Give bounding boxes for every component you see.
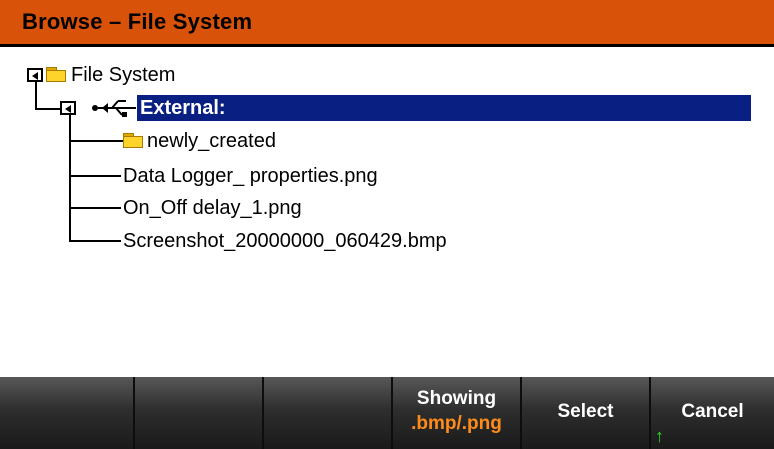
showing-label: Showing xyxy=(416,388,497,409)
softkey-bar: Showing .bmp/.png Select Cancel ↑ xyxy=(0,377,774,449)
tree-item-external-label: External: xyxy=(140,97,226,119)
tree-root-label[interactable]: File System xyxy=(71,63,175,87)
tree-item-file[interactable]: Data Logger_ properties.png xyxy=(123,164,378,188)
title-bar: Browse – File System xyxy=(0,0,774,47)
tree-item-file[interactable]: Screenshot_20000000_060429.bmp xyxy=(123,229,447,253)
collapse-toggle-external[interactable] xyxy=(60,101,76,115)
collapse-toggle-root[interactable] xyxy=(27,68,43,82)
file-tree: File System External: newly_created Data… xyxy=(0,47,774,377)
showing-filter-button[interactable]: Showing .bmp/.png xyxy=(393,377,522,449)
showing-value: .bmp/.png xyxy=(411,413,502,434)
cancel-button[interactable]: Cancel ↑ xyxy=(651,377,774,449)
select-button[interactable]: Select xyxy=(522,377,651,449)
tree-item-external[interactable]: External: xyxy=(137,95,751,121)
folder-icon xyxy=(46,67,66,82)
softkey-3[interactable] xyxy=(264,377,393,449)
usb-icon xyxy=(92,100,136,117)
softkey-2[interactable] xyxy=(135,377,264,449)
window-title: Browse – File System xyxy=(22,9,253,34)
softkey-1[interactable] xyxy=(0,377,135,449)
tree-item-file[interactable]: On_Off delay_1.png xyxy=(123,196,302,220)
folder-icon xyxy=(123,133,143,148)
up-arrow-icon: ↑ xyxy=(655,426,664,446)
tree-item-folder[interactable]: newly_created xyxy=(147,129,276,153)
